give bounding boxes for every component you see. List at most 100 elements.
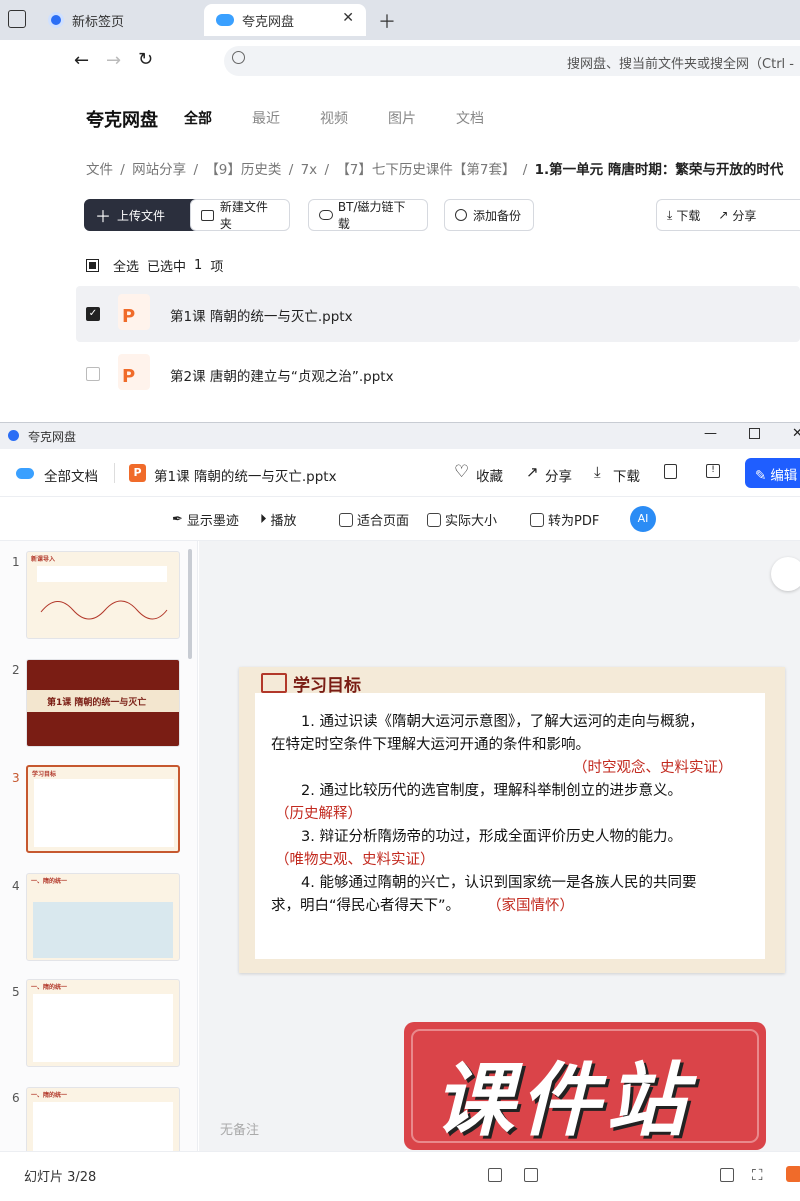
toolbar-divider (114, 463, 115, 483)
reload-icon[interactable]: ↻ (138, 49, 153, 70)
actual-size-label: 实际大小 (445, 514, 498, 529)
select-all-checkbox[interactable] (86, 259, 99, 272)
tab-quark-drive[interactable]: 夸克网盘 ✕ (204, 4, 366, 36)
show-ink-button[interactable]: ✒ 显示墨迹 (172, 510, 239, 529)
side-tool-icon[interactable] (771, 557, 800, 591)
share-label[interactable]: 分享 (732, 207, 756, 224)
download-icon[interactable]: ⤓ (594, 463, 601, 481)
fit-icon[interactable] (720, 1168, 734, 1182)
file-checkbox[interactable] (86, 367, 100, 381)
nav-all[interactable]: 全部 (184, 108, 212, 128)
slide-line: 2. 通过比较历代的选官制度，理解科举制创立的进步意义。 (301, 783, 682, 799)
download-label[interactable]: 下载 (676, 207, 700, 224)
slideshow-icon[interactable] (786, 1166, 800, 1182)
play-button[interactable]: ⏵ 播放 (260, 510, 297, 529)
fit-page-label: 适合页面 (357, 514, 410, 529)
cloud-icon (16, 468, 34, 479)
add-backup-label: 添加备份 (473, 208, 522, 223)
thumbnail-title: 一、隋的统一 (31, 984, 68, 991)
chrome-logo-icon (48, 12, 64, 28)
tab-label: 新标签页 (72, 14, 125, 30)
download-label[interactable]: 下载 (613, 465, 640, 485)
slide-line-tag: （唯物史观、史料实证） (275, 852, 435, 868)
breadcrumb-item[interactable]: 【7】七下历史课件【第7套】 (336, 162, 515, 178)
file-checkbox-checked[interactable]: ✓ (86, 307, 100, 321)
notes-placeholder[interactable]: 无备注 (220, 1119, 259, 1138)
back-arrow-icon[interactable]: ← (74, 50, 89, 71)
address-input[interactable]: 搜网盘、搜当前文件夹或搜全网（Ctrl - (224, 46, 800, 76)
cloud-icon (216, 14, 234, 26)
close-window-icon[interactable]: ✕ (792, 426, 800, 441)
ink-icon: ✒ (172, 512, 183, 527)
select-all-label[interactable]: 全选 (113, 256, 139, 275)
thumbnail-number: 3 (12, 771, 20, 785)
slide-content-box: 1. 通过识读《隋朝大运河示意图》，了解大运河的走向与概貌， 在特定时空条件下理… (255, 693, 765, 959)
slide-thumbnail[interactable]: 一、隋的统一 (26, 873, 180, 961)
select-all-row: 全选 已选中 1 项 (86, 256, 223, 275)
thumbnail-number: 5 (12, 985, 20, 999)
plus-icon: ＋ (95, 207, 112, 226)
book-icon (261, 673, 287, 693)
thumbnail-scrollbar[interactable] (188, 549, 192, 659)
browser-tab-bar: 新标签页 夸克网盘 ✕ ＋ (0, 0, 800, 40)
breadcrumb-item[interactable]: 7x (301, 162, 318, 178)
viewer-file-name: 第1课 隋朝的统一与灭亡.pptx (154, 469, 337, 485)
nav-image[interactable]: 图片 (388, 108, 416, 128)
feedback-icon[interactable]: ! (706, 464, 720, 478)
drive-page: 夸克网盘 全部 最近 视频 图片 文档 文件 / 网站分享 / 【9】历史类 /… (56, 84, 800, 424)
slide-thumbnail[interactable]: 第1课 隋朝的统一与灭亡 (26, 659, 180, 747)
thumbnail-number: 4 (12, 879, 20, 893)
share-icon[interactable]: ↗ (526, 463, 539, 481)
tab-search-icon[interactable] (8, 10, 26, 28)
download-icon[interactable]: ⤓ (667, 208, 672, 223)
viewer-window-title: 夸克网盘 (28, 430, 77, 444)
slide-thumbnail-selected[interactable]: 学习目标 (26, 765, 180, 853)
thumbnail-title: 第1课 隋朝的统一与灭亡 (47, 698, 147, 708)
slide-thumbnail[interactable]: 一、隋的统一 (26, 1087, 180, 1151)
breadcrumb-sep: / (120, 162, 125, 178)
file-row[interactable]: P 第2课 唐朝的建立与“贞观之治”.pptx (76, 346, 800, 402)
edit-button[interactable]: ✎ 编辑 (745, 458, 800, 488)
file-name[interactable]: 第2课 唐朝的建立与“贞观之治”.pptx (170, 365, 394, 385)
open-external-icon[interactable] (664, 464, 677, 479)
ai-icon[interactable]: AI (630, 506, 656, 532)
slide-thumbnail[interactable]: 一、隋的统一 (26, 979, 180, 1067)
file-row[interactable]: ✓ P 第1课 隋朝的统一与灭亡.pptx (76, 286, 800, 342)
grid-view-icon[interactable] (524, 1168, 538, 1182)
forward-arrow-icon[interactable]: → (106, 50, 121, 71)
slide-line: 3. 辩证分析隋炀帝的功过，形成全面评价历史人物的能力。 (301, 829, 682, 845)
maximize-icon[interactable] (749, 428, 760, 439)
slide-line: 求，明白“得民心者得天下”。 (271, 898, 461, 914)
heart-icon[interactable]: ♡ (454, 462, 469, 482)
nav-recent[interactable]: 最近 (252, 108, 280, 128)
add-backup-button[interactable]: 添加备份 (444, 199, 534, 231)
all-docs-link[interactable]: 全部文档 (44, 465, 98, 485)
quark-logo-icon (8, 430, 19, 441)
share-label[interactable]: 分享 (545, 465, 572, 485)
fit-page-button[interactable]: 适合页面 (339, 510, 409, 529)
to-pdf-button[interactable]: 转为PDF (530, 510, 599, 529)
minimize-icon[interactable]: — (704, 426, 717, 441)
nav-document[interactable]: 文档 (456, 108, 484, 128)
slide-thumbnail[interactable]: 新课导入 (26, 551, 180, 639)
tab-new-tab[interactable]: 新标签页 (44, 4, 194, 36)
share-icon[interactable]: ↗ (718, 208, 728, 222)
fullscreen-icon[interactable]: ⛶ (752, 1166, 763, 1184)
new-folder-button[interactable]: 新建文件夹 (190, 199, 290, 231)
actual-size-button[interactable]: 实际大小 (427, 510, 497, 529)
breadcrumb-item[interactable]: 网站分享 (132, 162, 186, 178)
close-icon[interactable]: ✕ (342, 10, 354, 26)
breadcrumb-item[interactable]: 文件 (86, 162, 113, 178)
new-tab-plus-icon[interactable]: ＋ (378, 8, 396, 34)
current-slide: 学习目标 1. 通过识读《隋朝大运河示意图》，了解大运河的走向与概貌， 在特定时… (239, 667, 785, 973)
backup-icon (455, 209, 467, 221)
favorite-label[interactable]: 收藏 (476, 465, 503, 485)
file-name[interactable]: 第1课 隋朝的统一与灭亡.pptx (170, 305, 353, 325)
upload-button[interactable]: ＋ 上传文件 (84, 199, 201, 231)
nav-video[interactable]: 视频 (320, 108, 348, 128)
address-placeholder: 搜网盘、搜当前文件夹或搜全网（Ctrl - (567, 57, 794, 72)
bt-download-button[interactable]: BT/磁力链下载 (308, 199, 428, 231)
view-mode-icon[interactable] (488, 1168, 502, 1182)
breadcrumb-item[interactable]: 【9】历史类 (205, 162, 281, 178)
play-icon: ⏵ (260, 512, 267, 527)
